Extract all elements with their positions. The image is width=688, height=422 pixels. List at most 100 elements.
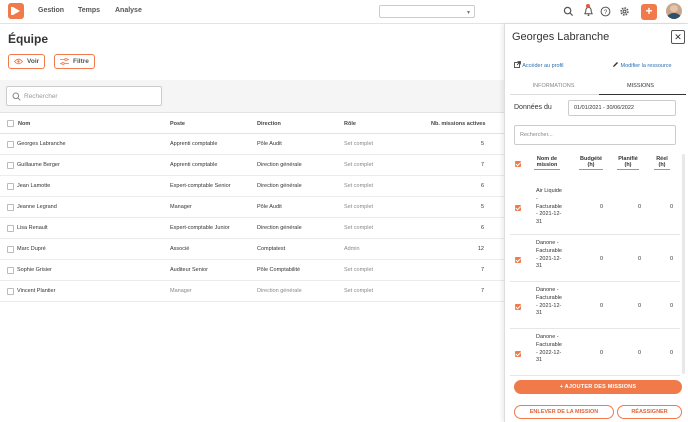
reassign-button[interactable]: RÉASSIGNER	[617, 405, 682, 419]
svg-text:?: ?	[604, 9, 608, 16]
header-nom[interactable]: Nom	[18, 121, 30, 127]
cell-nom: Georges Labranche	[17, 141, 66, 147]
search-icon[interactable]	[563, 6, 574, 17]
cell-role: Set complet	[344, 204, 374, 210]
nav-analyse[interactable]: Analyse	[115, 7, 142, 14]
table-row[interactable]: Sophie Grisier Auditeur Senior Pôle Compta…	[0, 260, 504, 281]
close-button[interactable]: ✕	[671, 30, 685, 44]
eye-icon	[14, 58, 23, 65]
mission-row[interactable]: Air Liquide - Facturable - 2021-12-31 0 0 0	[510, 179, 680, 235]
app-logo[interactable]	[8, 3, 24, 19]
table-row[interactable]: Vincent Plantier Manager Direction général…	[0, 281, 504, 302]
mission-checkbox[interactable]	[515, 205, 521, 211]
chevron-down-icon: ▾	[466, 10, 470, 16]
nav-temps[interactable]: Temps	[78, 7, 100, 14]
header-missions[interactable]: Nb. missions actives	[431, 121, 485, 127]
cell-role: Set complet	[344, 288, 374, 294]
cell-missions: 7	[480, 162, 484, 168]
help-icon[interactable]: ?	[600, 6, 611, 17]
nav-gestion[interactable]: Gestion	[38, 7, 64, 14]
cell-direction: Direction générale	[257, 162, 302, 168]
edit-resource-link[interactable]: Modifier la ressource	[612, 61, 672, 69]
header-direction[interactable]: Direction	[257, 121, 281, 127]
date-range-input[interactable]: 01/01/2021 - 30/06/2022	[568, 100, 676, 116]
mission-header-reel[interactable]: Réel (h)	[652, 156, 672, 170]
row-checkbox[interactable]	[7, 183, 14, 190]
add-missions-button[interactable]: + AJOUTER DES MISSIONS	[514, 380, 682, 394]
edit-resource-label: Modifier la ressource	[620, 63, 672, 69]
cell-role: Set complet	[344, 162, 374, 168]
cell-poste: Apprenti comptable	[170, 141, 218, 147]
cell-missions: 7	[480, 288, 484, 294]
missions-scrollbar[interactable]	[682, 154, 685, 374]
mission-reel-value: 0	[670, 204, 674, 210]
cell-missions: 6	[480, 183, 484, 189]
remove-from-mission-button[interactable]: ENLEVER DE LA MISSION	[514, 405, 614, 419]
mission-header-nom[interactable]: Nom de mission	[534, 156, 560, 170]
table-row[interactable]: Lisa Renault Expert-comptable Junior Direc…	[0, 218, 504, 239]
cell-nom: Lisa Renault	[17, 225, 48, 231]
row-checkbox[interactable]	[7, 225, 14, 232]
mission-checkbox[interactable]	[515, 257, 521, 263]
user-avatar[interactable]	[666, 3, 682, 19]
cell-direction: Pôle Comptabilité	[257, 267, 301, 273]
cell-poste: Associé	[170, 246, 190, 252]
resource-panel: Georges Labranche ✕ Accéder au profil Mo…	[504, 24, 688, 422]
mission-checkbox[interactable]	[515, 304, 521, 310]
cell-direction: Direction générale	[257, 288, 302, 294]
mission-row[interactable]: Danone - Facturable - 2021-12-31 0 0 0	[510, 282, 680, 329]
top-select[interactable]: ▾	[379, 5, 475, 18]
tab-missions[interactable]: MISSIONS	[597, 83, 684, 89]
header-poste[interactable]: Poste	[170, 121, 185, 127]
search-icon	[12, 92, 21, 101]
table-row[interactable]: Marc Dupré Associé Comptatest Admin 12	[0, 239, 504, 260]
table-row[interactable]: Jeanne Legrand Manager Pôle Audit Set compl…	[0, 197, 504, 218]
cell-nom: Vincent Plantier	[17, 288, 56, 294]
profile-link[interactable]: Accéder au profil	[514, 61, 564, 69]
table-row[interactable]: Georges Labranche Apprenti comptable Pôle …	[0, 134, 504, 155]
tab-informations[interactable]: INFORMATIONS	[510, 83, 597, 89]
add-button[interactable]: +	[641, 4, 657, 20]
notification-dot	[586, 4, 590, 8]
mission-planifie-value: 0	[638, 350, 642, 356]
row-checkbox[interactable]	[7, 141, 14, 148]
mission-header-planifie[interactable]: Planifié (h)	[616, 156, 640, 170]
donnees-label: Données du	[514, 104, 552, 111]
row-checkbox[interactable]	[7, 246, 14, 253]
external-link-icon	[514, 61, 521, 68]
cell-direction: Direction générale	[257, 183, 302, 189]
mission-row[interactable]: Danone - Facturable - 2022-12-31 0 0 0	[510, 329, 680, 376]
mission-search-input[interactable]: Rechercher...	[514, 125, 676, 145]
cell-poste: Auditeur Senior	[170, 267, 208, 273]
row-checkbox[interactable]	[7, 204, 14, 211]
mission-planifie-value: 0	[638, 256, 642, 262]
row-checkbox[interactable]	[7, 288, 14, 295]
mission-checkbox[interactable]	[515, 351, 521, 357]
cell-role: Set complet	[344, 141, 374, 147]
mission-header-budgete[interactable]: Budgété (h)	[578, 156, 604, 170]
panel-title: Georges Labranche	[512, 31, 610, 43]
search-placeholder: Rechercher	[24, 93, 58, 100]
cell-missions: 7	[480, 267, 484, 273]
filtre-button[interactable]: Filtre	[54, 54, 95, 69]
cell-role: Set complet	[344, 267, 374, 273]
table-row[interactable]: Jean Lamotte Expert-comptable Senior Direc…	[0, 176, 504, 197]
cell-direction: Comptatest	[257, 246, 286, 252]
mission-row[interactable]: Danone - Facturable - 2021-12-31 0 0 0	[510, 235, 680, 282]
row-checkbox[interactable]	[7, 162, 14, 169]
top-navigation-bar: Gestion Temps Analyse ▾ ? +	[0, 0, 688, 24]
cell-nom: Guillaume Berger	[17, 162, 60, 168]
voir-button[interactable]: Voir	[8, 54, 45, 69]
select-all-missions-checkbox[interactable]	[515, 161, 521, 167]
panel-tabs: INFORMATIONS MISSIONS	[510, 80, 686, 95]
header-role[interactable]: Rôle	[344, 121, 356, 127]
gear-icon[interactable]	[619, 6, 630, 17]
cell-nom: Marc Dupré	[17, 246, 46, 252]
search-input[interactable]: Rechercher	[6, 86, 162, 106]
table-row[interactable]: Guillaume Berger Apprenti comptable Direct…	[0, 155, 504, 176]
select-all-checkbox[interactable]	[7, 120, 14, 127]
row-checkbox[interactable]	[7, 267, 14, 274]
cell-nom: Sophie Grisier	[17, 267, 52, 273]
cell-poste: Apprenti comptable	[170, 162, 218, 168]
mission-budgete-value: 0	[600, 256, 604, 262]
